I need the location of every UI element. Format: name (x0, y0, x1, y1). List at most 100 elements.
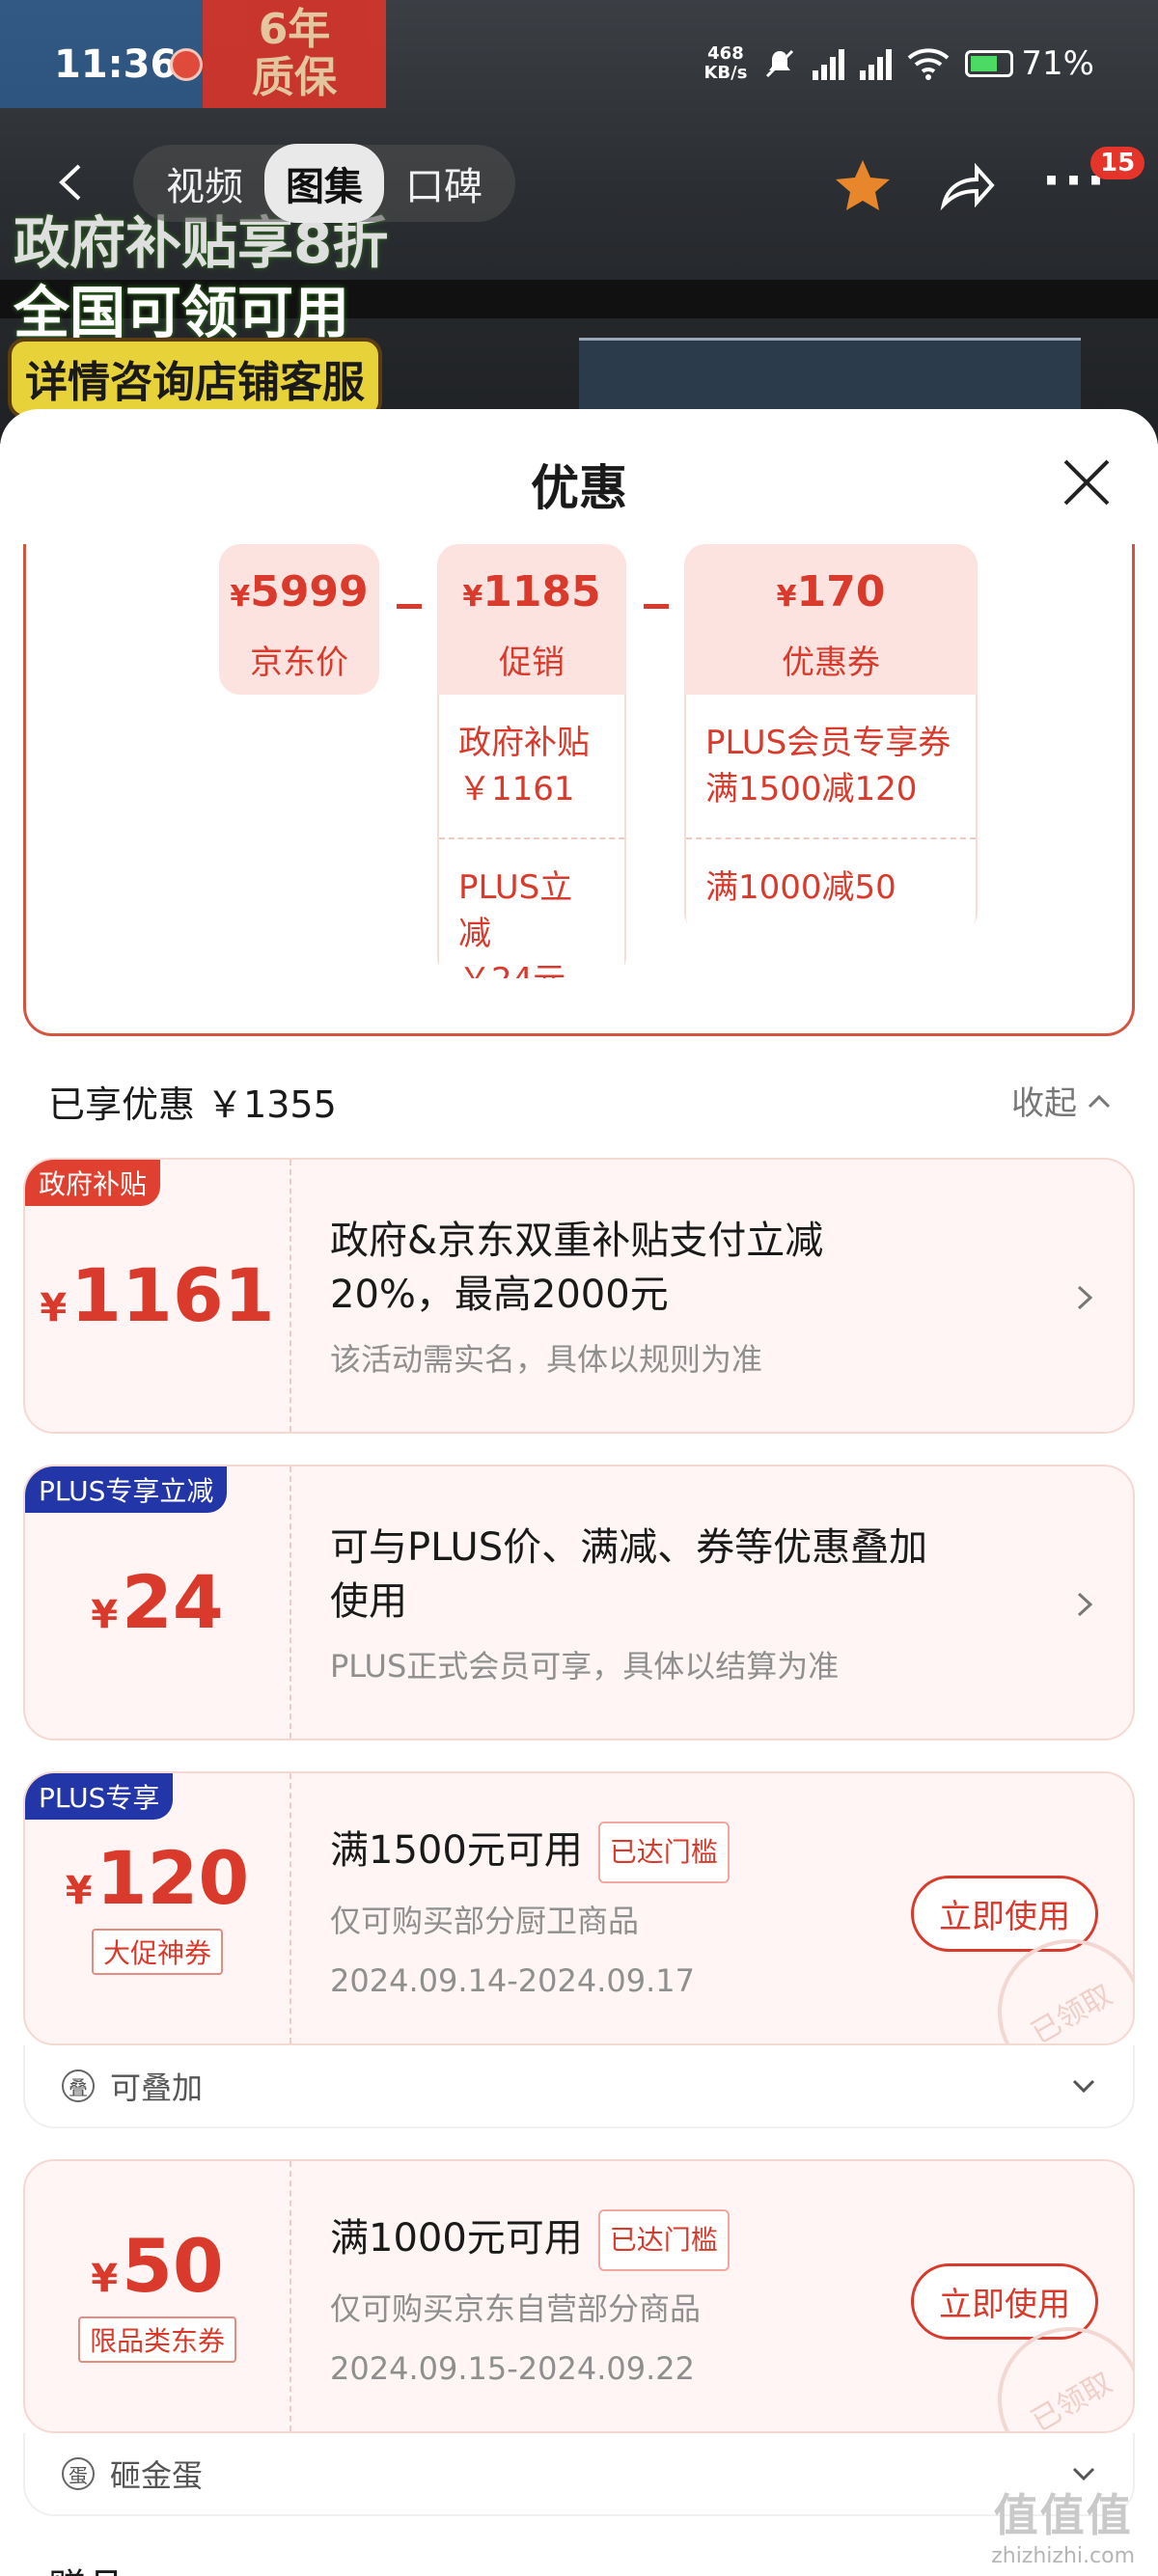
message-badge: 15 (1090, 147, 1145, 179)
offer-card-gov-subsidy[interactable]: 政府补贴 ¥1161 政府&京东双重补贴支付立减 20%，最高2000元 该活动… (23, 1158, 1135, 1434)
offer-value: 120 (96, 1835, 250, 1921)
coupon-item-plus: PLUS会员专享券 满1500减120 (705, 724, 951, 808)
offer-tag: PLUS专享立减 (25, 1466, 228, 1513)
offer-details: 可与PLUS价、满减、券等优惠叠加 使用 PLUS正式会员可享，具体以结算为准 (330, 1521, 1017, 1686)
offer-value: 1161 (70, 1252, 275, 1338)
offer-validity-date: 2024.09.15-2024.09.22 (330, 2350, 695, 2387)
chevron-up-icon (1088, 1094, 1111, 1108)
offer-amount: ¥120 (66, 1842, 250, 1915)
net-speed-value: 468 (707, 43, 744, 64)
status-icons: 468 KB/s 71% (703, 43, 1094, 84)
coupon-value: 170 (796, 567, 886, 617)
promo-items: 政府补贴 ￥1161 PLUS立减 ￥24元 (437, 695, 626, 978)
promo-item-plus-discount: PLUS立减 ￥24元 (439, 837, 624, 978)
offer-card-plus-discount[interactable]: PLUS专享立减 ¥24 可与PLUS价、满减、券等优惠叠加 使用 PLUS正式… (23, 1465, 1135, 1740)
promo-value: 1185 (482, 567, 601, 617)
top-nav: 视频 图集 口碑 ··· 15 (0, 135, 1158, 232)
offer-currency: ¥ (91, 1593, 119, 1637)
favorite-star-icon[interactable] (832, 154, 894, 216)
offer-tag: PLUS专享 (25, 1773, 174, 1820)
offer-amount: ¥1161 (40, 1259, 274, 1332)
offer-currency: ¥ (40, 1286, 68, 1330)
offer-title: 满1500元可用 已达门槛 (330, 1822, 1017, 1883)
promo-label: 促销 (499, 644, 565, 682)
coupon-amount: ¥170 (684, 567, 978, 617)
promo-consult: 详情咨询店铺客服 (8, 338, 382, 419)
dishwasher-image (579, 338, 1081, 415)
stackable-icon: 叠 (62, 2069, 95, 2102)
net-speed-unit: KB/s (703, 63, 748, 83)
sheet-title: 优惠 (531, 460, 627, 516)
chevron-down-icon (1072, 2079, 1095, 2094)
offer-title-text: 满1000元可用 (330, 2216, 583, 2261)
tab-reviews[interactable]: 口碑 (384, 144, 504, 223)
minus-sign-1 (397, 604, 422, 609)
coupon-footer-golden-egg[interactable]: 蛋 砸金蛋 (23, 2433, 1135, 2516)
threshold-reached-badge: 已达门槛 (597, 2209, 730, 2271)
offer-subtitle: 该活动需实名，具体以规则为准 (330, 1341, 763, 1378)
coupon-footer-stackable[interactable]: 叠 可叠加 (23, 2045, 1135, 2128)
status-time: 11:36 (54, 42, 178, 87)
collapse-label: 收起 (1011, 1084, 1077, 1123)
offer-title: 政府&京东双重补贴支付立减 20%，最高2000元 (330, 1219, 824, 1317)
coupon-head: ¥170 优惠券 (684, 544, 978, 695)
gift-section-title: 赠品 (48, 2557, 125, 2576)
collapse-button[interactable]: 收起 (1011, 1077, 1112, 1124)
chevron-right-icon[interactable] (1071, 1591, 1098, 1618)
footer-label: 可叠加 (110, 2069, 204, 2106)
battery-percent: 71% (1021, 44, 1094, 83)
battery-icon (965, 50, 1014, 77)
chevron-right-icon[interactable] (1071, 1284, 1098, 1311)
watermark: 值值值 zhizhizhi.com (991, 2480, 1135, 2568)
wifi-icon (908, 48, 950, 80)
tab-gallery[interactable]: 图集 (264, 144, 384, 223)
offer-title-text: 满1500元可用 (330, 1828, 583, 1873)
watermark-url: zhizhizhi.com (991, 2544, 1135, 2568)
coupon-card-50: ¥50 限品类东券 满1000元可用 已达门槛 仅可购买京东自营部分商品 2024… (23, 2159, 1135, 2433)
share-icon[interactable] (936, 154, 998, 216)
golden-egg-icon: 蛋 (62, 2457, 95, 2490)
offer-details: 政府&京东双重补贴支付立减 20%，最高2000元 该活动需实名，具体以规则为准 (330, 1214, 1017, 1380)
signal-icon-2 (860, 47, 893, 80)
jd-price-currency: ¥ (230, 580, 251, 614)
coupon-column: ¥170 优惠券 PLUS会员专享券 满1500减120 满1000减50 (684, 544, 978, 934)
price-breakdown-card: ¥5999 京东价 ¥1185 促销 政府补贴 ￥1161 PLUS立减 ￥24… (23, 544, 1135, 1036)
battery-indicator: 71% (965, 44, 1094, 83)
jd-price-label: 京东价 (250, 644, 348, 682)
promo-item-gov-subsidy: 政府补贴 ￥1161 (458, 724, 590, 808)
jd-price-head: ¥5999 京东价 (219, 544, 379, 695)
jd-price-value: 5999 (250, 567, 369, 617)
close-icon[interactable] (1060, 455, 1114, 509)
offer-title: 满1000元可用 已达门槛 (330, 2209, 1017, 2271)
coupon-items: PLUS会员专享券 满1500减120 满1000减50 (684, 695, 978, 934)
offer-currency: ¥ (91, 2257, 119, 2301)
promo-currency: ¥ (462, 580, 483, 614)
jd-price-amount: ¥5999 (219, 567, 379, 617)
offer-value: 24 (122, 1559, 224, 1645)
back-arrow-icon[interactable] (50, 160, 95, 205)
applied-discount-total: 已享优惠 ￥1355 (48, 1083, 337, 1126)
threshold-reached-badge: 已达门槛 (597, 1822, 730, 1883)
coupon-card-120: PLUS专享 ¥120 大促神券 满1500元可用 已达门槛 仅可购买部分厨卫商品… (23, 1771, 1135, 2045)
app-notification-icon (170, 48, 203, 81)
battery-fill (971, 56, 998, 71)
offer-subtitle: PLUS正式会员可享，具体以结算为准 (330, 1648, 840, 1685)
offer-title: 可与PLUS价、满减、券等优惠叠加 使用 (330, 1525, 928, 1624)
jd-price-column: ¥5999 京东价 (219, 544, 379, 695)
promo-head: ¥1185 促销 (437, 544, 626, 695)
signal-icon-1 (813, 47, 845, 80)
coupon-currency: ¥ (776, 580, 797, 614)
offer-amount: ¥50 (91, 2230, 224, 2303)
offers-sheet: 优惠 ¥5999 京东价 ¥1185 促销 政府补贴 ￥1161 PLUS立减 … (0, 409, 1158, 2576)
mute-bell-icon (766, 49, 794, 78)
offer-currency: ¥ (65, 1869, 93, 1913)
tab-video[interactable]: 视频 (145, 144, 264, 223)
footer-label: 砸金蛋 (110, 2457, 204, 2494)
watermark-logo: 值值值 (993, 2489, 1133, 2541)
offer-value: 50 (122, 2223, 224, 2309)
promo-column: ¥1185 促销 政府补贴 ￥1161 PLUS立减 ￥24元 (437, 544, 626, 978)
status-bar: 11:36 468 KB/s 71% (0, 0, 1158, 135)
offer-tag: 政府补贴 (25, 1160, 161, 1206)
coupon-item-1000: 满1000减50 (686, 837, 976, 934)
media-tabs: 视频 图集 口碑 (133, 144, 515, 223)
